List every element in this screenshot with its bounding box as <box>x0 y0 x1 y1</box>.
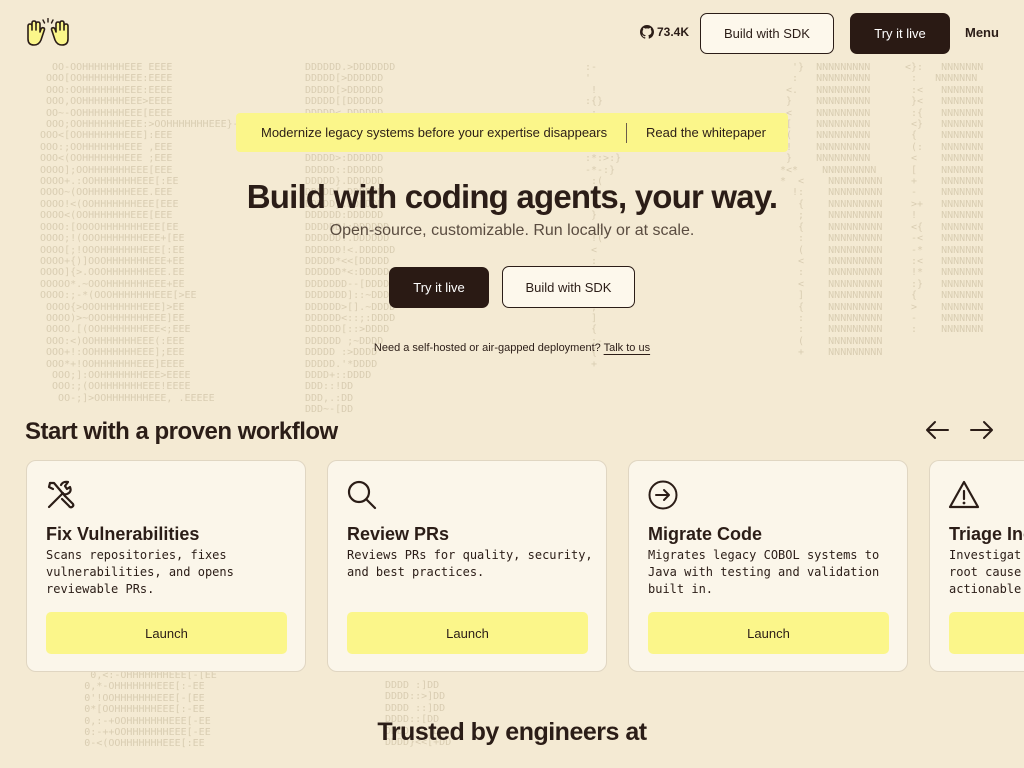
launch-button[interactable] <box>949 612 1024 654</box>
prev-arrow-icon[interactable] <box>924 418 950 442</box>
launch-button[interactable]: Launch <box>347 612 588 654</box>
github-stars-count: 73.4K <box>657 25 690 39</box>
whitepaper-link[interactable]: Read the whitepaper <box>627 125 766 140</box>
hero-try-live-button[interactable]: Try it live <box>389 267 489 308</box>
card-title: Triage Inc <box>949 524 1024 544</box>
launch-button[interactable]: Launch <box>46 612 287 654</box>
hero-title: Build with coding agents, your way. <box>246 178 778 215</box>
deployment-note-text: Need a self-hosted or air-gapped deploym… <box>373 342 601 354</box>
github-stars-link[interactable]: 73.4K <box>640 25 689 39</box>
menu-button[interactable]: Menu <box>965 25 999 40</box>
header-build-sdk-button[interactable]: Build with SDK <box>700 13 834 54</box>
card-title: Migrate Code <box>648 524 763 544</box>
banner-text: Modernize legacy systems before your exp… <box>261 125 608 140</box>
workflow-card-migrate-code: Migrate Code Migrates legacy COBOL syste… <box>628 460 908 672</box>
hero-subtitle: Open-source, customizable. Run locally o… <box>329 222 695 239</box>
hero-build-sdk-button[interactable]: Build with SDK <box>502 266 635 308</box>
card-title: Review PRs <box>347 524 450 544</box>
card-description: Scans repositories, fixes vulnerabilitie… <box>46 548 234 596</box>
deployment-note: Need a self-hosted or air-gapped deploym… <box>0 342 1024 354</box>
launch-button[interactable]: Launch <box>648 612 889 654</box>
card-description: Reviews PRs for quality, security, and b… <box>347 548 593 579</box>
workflow-card-triage-incidents: Triage Inc Investigat root cause actiona… <box>929 460 1024 672</box>
trusted-by-title: Trusted by engineers at <box>377 718 647 746</box>
card-description: Investigat root cause actionable <box>949 548 1022 596</box>
card-title: Fix Vulnerabilities <box>46 524 200 544</box>
announcement-banner: Modernize legacy systems before your exp… <box>236 113 788 152</box>
logo-hands-icon[interactable] <box>24 18 72 50</box>
tools-icon <box>47 480 75 509</box>
workflow-card-review-prs: Review PRs Reviews PRs for quality, secu… <box>327 460 607 672</box>
warning-icon <box>948 480 980 509</box>
workflows-title: Start with a proven workflow <box>25 418 338 445</box>
header-try-live-button[interactable]: Try it live <box>850 13 950 54</box>
workflow-card-fix-vulnerabilities: Fix Vulnerabilities Scans repositories, … <box>26 460 306 672</box>
talk-to-us-link[interactable]: Talk to us <box>604 342 650 354</box>
arrow-circle-icon <box>648 480 678 510</box>
github-icon <box>640 25 654 39</box>
next-arrow-icon[interactable] <box>969 418 995 442</box>
card-description: Migrates legacy COBOL systems to Java wi… <box>648 548 880 596</box>
search-icon <box>347 480 377 510</box>
